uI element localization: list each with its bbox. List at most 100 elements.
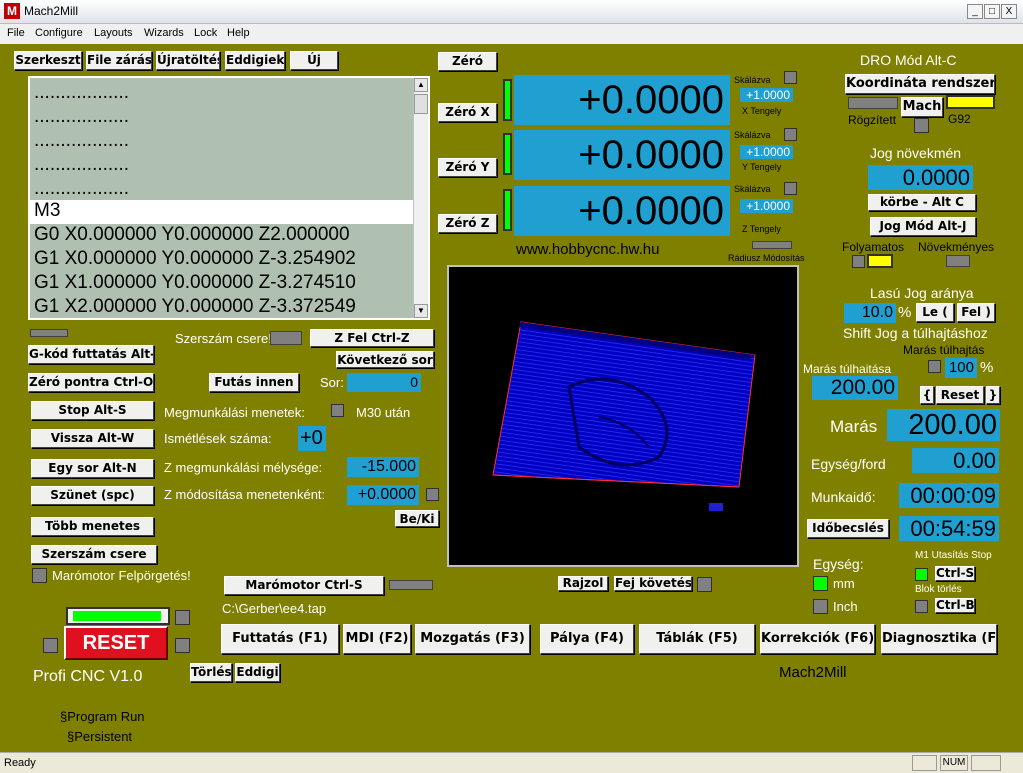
history-button-2[interactable]: Eddigi — [235, 663, 280, 682]
feed-override-led — [928, 360, 941, 373]
multi-pass-button[interactable]: Több menetes — [31, 517, 154, 536]
runtime-field[interactable]: 00:00:09 — [899, 483, 999, 508]
tab-offsets[interactable]: Korrekciók (F6) — [760, 624, 875, 654]
single-step-button[interactable]: Egy sor Alt-N — [31, 459, 154, 478]
block-delete-button[interactable]: Ctrl-B — [935, 598, 975, 613]
x-dro[interactable]: +0.0000 — [514, 75, 730, 125]
rewind-button[interactable]: Vissza Alt-W — [31, 429, 154, 448]
app-name-label: Mach2Mill — [779, 664, 847, 681]
vertical-scrollbar[interactable]: ▲ ▼ — [413, 78, 428, 318]
tool-change-label: Szerszám csere! — [175, 331, 272, 346]
jog-increment-field[interactable]: 0.0000 — [868, 165, 973, 190]
repeat-count-field[interactable]: +0 — [298, 426, 326, 451]
zero-all-button[interactable]: Zéró — [438, 52, 497, 71]
x-scale-field[interactable]: +1.0000 — [740, 88, 793, 102]
units-per-rev-field[interactable]: 0.00 — [912, 448, 999, 473]
zero-x-button[interactable]: Zéró X — [438, 103, 497, 122]
minimize-button[interactable]: _ — [967, 4, 983, 19]
menu-lock[interactable]: Lock — [194, 27, 217, 39]
run-from-here-button[interactable]: Futás innen — [209, 373, 299, 392]
clear-button[interactable]: Törlés — [190, 663, 232, 682]
status-pane-caps — [912, 755, 937, 771]
close-button[interactable]: X — [1001, 4, 1017, 19]
window-title: Mach2Mill — [24, 4, 79, 18]
history-button[interactable]: Eddigiek — [225, 51, 285, 70]
reload-button[interactable]: Újratöltés — [156, 51, 220, 70]
z-step-field[interactable]: +0.0000 — [347, 485, 419, 505]
jog-slower-button[interactable]: Le ( — [916, 303, 954, 322]
m1-stop-led[interactable] — [915, 568, 928, 581]
z-dro[interactable]: +0.0000 — [514, 186, 730, 236]
spindle-button[interactable]: Marómotor Ctrl-S — [224, 576, 384, 595]
jog-mode-button[interactable]: Jog Mód Alt-J — [870, 217, 976, 236]
gcode-listing[interactable]: .................. .................. ..… — [28, 76, 430, 320]
feed-inc-button[interactable]: } — [986, 386, 1000, 404]
estimate-button[interactable]: Időbecslés — [807, 519, 889, 538]
draw-button[interactable]: Rajzol — [558, 576, 608, 591]
zero-z-button[interactable]: Zéró Z — [438, 214, 497, 233]
close-file-button[interactable]: File zárás — [86, 51, 152, 70]
tab-mdi[interactable]: MDI (F2) — [343, 624, 411, 654]
status-bar-indicator — [30, 329, 68, 337]
tab-tables[interactable]: Táblák (F5) — [639, 624, 755, 654]
tool-change-button[interactable]: Szerszám csere — [31, 545, 157, 564]
passes-label: Megmunkálási menetek: — [164, 405, 305, 420]
toolpath-drawing — [492, 321, 756, 511]
scroll-up-icon[interactable]: ▲ — [414, 78, 428, 92]
feed-dec-button[interactable]: { — [920, 386, 934, 404]
reset-side-led-right — [175, 638, 190, 653]
menu-help[interactable]: Help — [227, 27, 250, 39]
feed-label: Marás — [830, 417, 878, 436]
new-button[interactable]: Új — [290, 51, 338, 70]
menu-layouts[interactable]: Layouts — [94, 27, 133, 39]
z-depth-field[interactable]: -15.000 — [347, 457, 419, 477]
menu-file[interactable]: File — [7, 27, 25, 39]
z-up-button[interactable]: Z Fel Ctrl-Z — [310, 329, 434, 347]
feed-reset-button[interactable]: Reset — [936, 386, 984, 404]
y-scale-label: Skálázva — [734, 130, 771, 140]
feed-override-value[interactable]: 200.00 — [812, 376, 898, 400]
z-axis-label: Z Tengely — [742, 224, 781, 234]
y-scale-field[interactable]: +1.0000 — [740, 145, 793, 159]
scroll-down-icon[interactable]: ▼ — [414, 304, 428, 318]
line-number-field[interactable]: 0 — [347, 373, 421, 392]
reset-button[interactable]: RESET — [64, 626, 168, 660]
mach-button[interactable]: Mach — [901, 97, 943, 117]
menu-configure[interactable]: Configure — [35, 27, 83, 39]
z-depth-label: Z megmunkálási mélysége: — [164, 460, 323, 475]
block-delete-led[interactable] — [915, 600, 928, 613]
go-to-zero-button[interactable]: Zéró pontra Ctrl-O — [28, 373, 154, 392]
cycle-button[interactable]: körbe - Alt C — [868, 194, 976, 211]
scroll-thumb[interactable] — [414, 94, 428, 114]
tab-jog[interactable]: Mozgatás (F3) — [415, 624, 530, 654]
zero-y-button[interactable]: Zéró Y — [438, 158, 497, 177]
tab-run[interactable]: Futtatás (F1) — [221, 624, 339, 654]
coordinate-system-button[interactable]: Koordináta rendszer — [845, 74, 995, 94]
repeat-label: Ismétlések száma: — [164, 431, 272, 446]
estimate-field[interactable]: 00:54:59 — [899, 516, 999, 541]
follow-button[interactable]: Fej követés — [614, 576, 692, 591]
maximize-button[interactable]: □ — [984, 4, 1000, 19]
tab-toolpath[interactable]: Pálya (F4) — [540, 624, 634, 654]
jog-faster-button[interactable]: Fel ) — [957, 303, 995, 322]
on-off-button[interactable]: Be/Ki — [395, 510, 439, 527]
pause-button[interactable]: Szünet (spc) — [31, 486, 154, 505]
toolpath-display[interactable] — [447, 265, 799, 567]
z-scale-field[interactable]: +1.0000 — [740, 199, 793, 213]
line-label: Sor: — [320, 375, 344, 390]
tab-diagnostics[interactable]: Diagnosztika (F7) — [881, 624, 997, 654]
m1-stop-button[interactable]: Ctrl-S — [935, 566, 975, 581]
menu-wizards[interactable]: Wizards — [144, 27, 184, 39]
y-dro[interactable]: +0.0000 — [514, 130, 730, 180]
mm-led[interactable] — [813, 576, 828, 591]
gcode-run-button[interactable]: G-kód futtatás Alt-R — [28, 345, 154, 364]
slow-jog-percent: % — [898, 304, 912, 321]
edit-button[interactable]: Szerkeszt — [14, 51, 82, 70]
next-line-button[interactable]: Következő sor — [336, 351, 434, 368]
inch-led[interactable] — [813, 599, 828, 614]
feed-field[interactable]: 200.00 — [887, 409, 1000, 441]
stop-button[interactable]: Stop Alt-S — [31, 401, 154, 420]
status-bar: Ready NUM — [0, 752, 1023, 773]
feed-override-pct-field[interactable]: 100 — [945, 358, 977, 378]
slow-jog-field[interactable]: 10.0 — [844, 303, 896, 323]
